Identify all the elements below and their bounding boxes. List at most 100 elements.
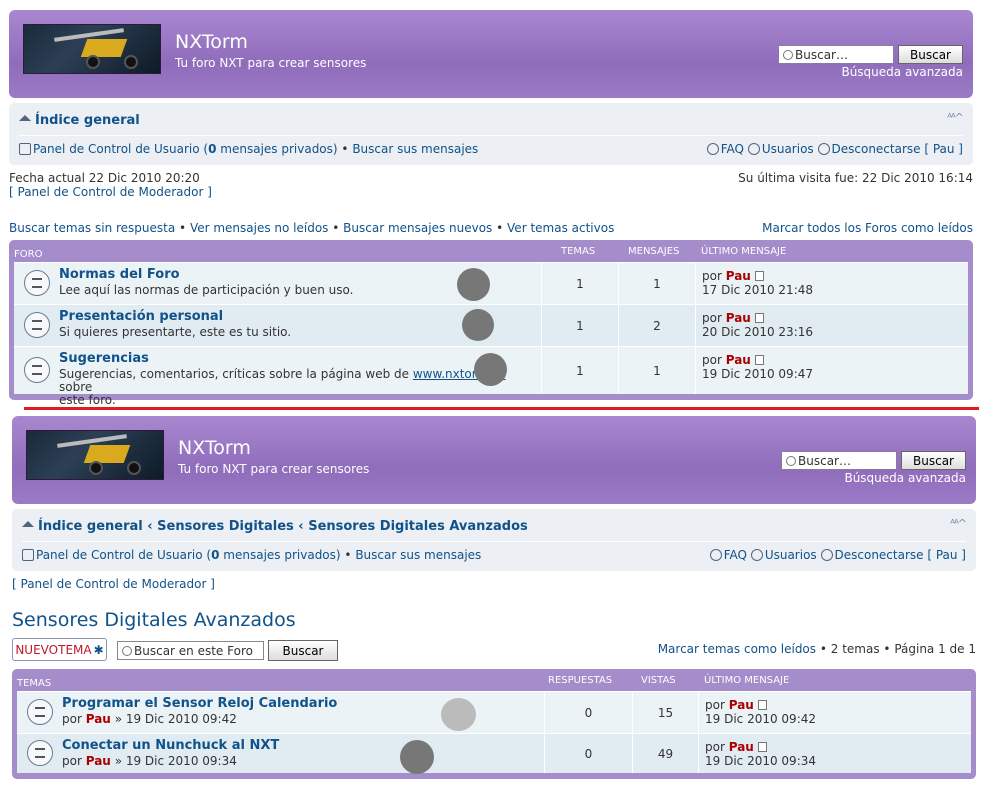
- logout-link[interactable]: Desconectarse [ Pau ]: [832, 142, 964, 156]
- home-icon: [19, 115, 31, 121]
- pagination-bar: Marcar temas como leídos • 2 temas • Pág…: [657, 642, 976, 656]
- site-header: NXTorm Tu foro NXT para crear sensores B…: [9, 10, 973, 98]
- divider: [19, 135, 963, 136]
- topic-row: Programar el Sensor Reloj Calendario por…: [17, 691, 971, 733]
- active-topics-link[interactable]: Ver temas activos: [507, 221, 614, 235]
- last-post: por Pau 19 Dic 2010 09:34: [705, 740, 817, 768]
- site-header: NXTorm Tu foro NXT para crear sensores B…: [12, 416, 976, 504]
- advanced-search-link[interactable]: Búsqueda avanzada: [844, 471, 966, 485]
- post-count: 1: [653, 276, 661, 291]
- separator-line: [24, 407, 979, 410]
- unread-link[interactable]: Ver mensajes no leídos: [190, 221, 329, 235]
- author-link[interactable]: Pau: [729, 740, 754, 754]
- forum-row: Normas del Foro Lee aquí las normas de p…: [14, 262, 968, 304]
- table-header: FORO TEMAS MENSAJES ÚLTIMO MENSAJE: [14, 246, 787, 260]
- forum-search-button[interactable]: Buscar: [268, 640, 338, 661]
- users-link[interactable]: Usuarios: [765, 548, 817, 562]
- view-latest-icon[interactable]: [754, 313, 764, 323]
- forum-title[interactable]: Presentación personal: [59, 309, 223, 324]
- post-count: 2: [653, 318, 661, 333]
- search-input[interactable]: Buscar…: [778, 45, 894, 64]
- faq-icon: [706, 143, 719, 155]
- last-post: por Pau 19 Dic 2010 09:47: [702, 353, 814, 381]
- faq-link[interactable]: FAQ: [724, 548, 747, 562]
- search-icon: [786, 456, 796, 466]
- last-visit: Su última visita fue: 22 Dic 2010 16:14: [738, 171, 973, 185]
- forum-read-icon: [24, 357, 50, 383]
- ucp-icon: [22, 549, 34, 561]
- new-posts-link[interactable]: Buscar mensajes nuevos: [343, 221, 492, 235]
- ucp-link[interactable]: Panel de Control de Usuario (0 mensajes …: [36, 548, 341, 562]
- view-latest-icon[interactable]: [757, 700, 767, 710]
- search-button[interactable]: Buscar: [898, 45, 963, 64]
- power-icon: [820, 549, 833, 561]
- forum-search-input[interactable]: Buscar en este Foro: [117, 641, 264, 660]
- reply-count: 0: [584, 705, 593, 720]
- search-own-posts-link[interactable]: Buscar sus mensajes: [352, 142, 478, 156]
- search-button[interactable]: Buscar: [901, 451, 966, 470]
- new-topic-button[interactable]: NUEVOTEMA ✱: [12, 638, 107, 661]
- view-latest-icon[interactable]: [754, 271, 764, 281]
- breadcrumb-category[interactable]: Sensores Digitales: [157, 519, 294, 534]
- topic-title[interactable]: Conectar un Nunchuck al NXT: [62, 738, 279, 753]
- search-own-posts-link[interactable]: Buscar sus mensajes: [355, 548, 481, 562]
- author-link[interactable]: Pau: [726, 311, 751, 325]
- reply-count: 0: [584, 746, 593, 761]
- author-link[interactable]: Pau: [86, 712, 111, 726]
- users-icon: [747, 143, 760, 155]
- faq-link[interactable]: FAQ: [721, 142, 744, 156]
- topics-table: TEMAS RESPUESTAS VISTAS ÚLTIMO MENSAJE P…: [12, 669, 976, 779]
- site-name[interactable]: NXTorm: [178, 437, 251, 459]
- author-link[interactable]: Pau: [729, 698, 754, 712]
- last-post: por Pau 17 Dic 2010 21:48: [702, 269, 814, 297]
- forum-title-heading[interactable]: Sensores Digitales Avanzados: [12, 609, 296, 631]
- topic-title[interactable]: Programar el Sensor Reloj Calendario: [62, 696, 337, 711]
- cursor-marker: [400, 740, 434, 774]
- mark-forums-read-link[interactable]: Marcar todos los Foros como leídos: [762, 221, 973, 235]
- view-latest-icon[interactable]: [754, 355, 764, 365]
- font-size-icon[interactable]: ᴬᴬ^: [950, 517, 967, 530]
- topic-row: Conectar un Nunchuck al NXT por Pau » 19…: [17, 733, 971, 773]
- users-link[interactable]: Usuarios: [762, 142, 814, 156]
- mark-topics-read-link[interactable]: Marcar temas como leídos: [658, 642, 816, 656]
- topic-count: 1: [576, 276, 584, 291]
- author-link[interactable]: Pau: [86, 754, 111, 768]
- post-count: 1: [653, 363, 661, 378]
- topic-count: 1: [576, 363, 584, 378]
- font-size-icon[interactable]: ᴬᴬ^: [947, 111, 964, 124]
- nav-bar: Índice general ᴬᴬ^ Panel de Control de U…: [9, 103, 973, 165]
- forum-title[interactable]: Sugerencias: [59, 351, 149, 366]
- search-icon: [122, 646, 132, 656]
- ucp-icon: [19, 143, 31, 155]
- divider: [22, 541, 966, 542]
- author-link[interactable]: Pau: [726, 269, 751, 283]
- ucp-link[interactable]: Panel de Control de Usuario (0 mensajes …: [33, 142, 338, 156]
- view-latest-icon[interactable]: [757, 742, 767, 752]
- power-icon: [817, 143, 830, 155]
- site-name[interactable]: NXTorm: [175, 31, 248, 53]
- unanswered-link[interactable]: Buscar temas sin respuesta: [9, 221, 175, 235]
- faq-icon: [709, 549, 722, 561]
- site-logo[interactable]: [23, 24, 161, 74]
- search-input[interactable]: Buscar…: [781, 451, 897, 470]
- cursor-marker: [441, 698, 476, 731]
- quick-links: Buscar temas sin respuesta • Ver mensaje…: [9, 221, 615, 235]
- table-header: TEMAS RESPUESTAS VISTAS ÚLTIMO MENSAJE: [17, 675, 790, 689]
- mcp-link[interactable]: [ Panel de Control de Moderador ]: [9, 185, 212, 199]
- breadcrumb-home[interactable]: Índice general: [38, 519, 143, 534]
- logout-link[interactable]: Desconectarse [ Pau ]: [835, 548, 967, 562]
- site-description: Tu foro NXT para crear sensores: [175, 56, 367, 70]
- author-link[interactable]: Pau: [726, 353, 751, 367]
- breadcrumb-forum[interactable]: Sensores Digitales Avanzados: [308, 519, 528, 534]
- users-icon: [750, 549, 763, 561]
- breadcrumb-home[interactable]: Índice general: [35, 113, 140, 128]
- last-post: por Pau 20 Dic 2010 23:16: [702, 311, 814, 339]
- site-logo[interactable]: [26, 430, 164, 480]
- topic-meta: por Pau » 19 Dic 2010 09:34: [62, 754, 237, 768]
- mcp-link[interactable]: [ Panel de Control de Moderador ]: [12, 577, 215, 591]
- forum-read-icon: [24, 312, 50, 338]
- advanced-search-link[interactable]: Búsqueda avanzada: [841, 65, 963, 79]
- forum-desc: Lee aquí las normas de participación y b…: [59, 283, 354, 297]
- forum-read-icon: [24, 270, 50, 296]
- forum-title[interactable]: Normas del Foro: [59, 267, 180, 282]
